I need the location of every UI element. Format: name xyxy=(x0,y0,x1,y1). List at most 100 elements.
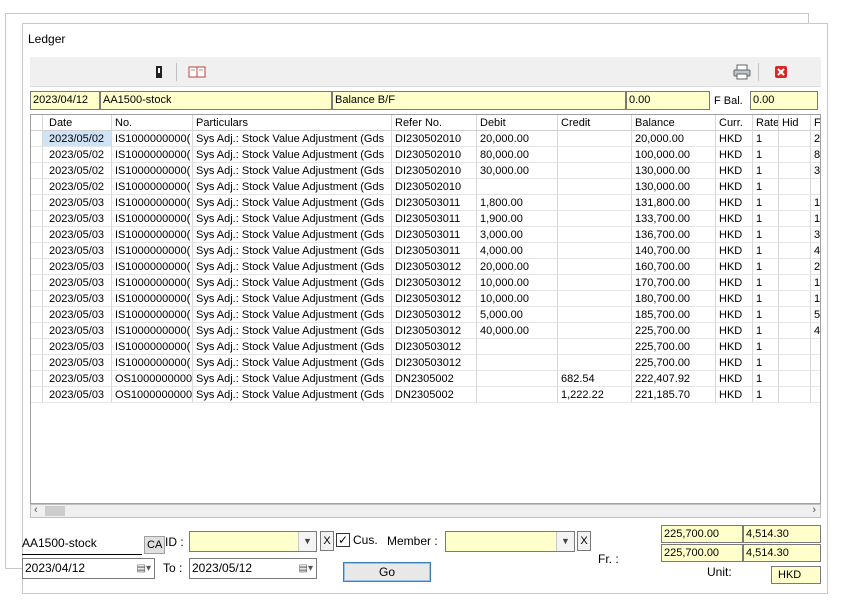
cell-rate[interactable]: 1 xyxy=(753,371,779,387)
row-indicator[interactable] xyxy=(31,339,43,355)
col-refer-no[interactable]: Refer No. xyxy=(392,115,477,131)
row-indicator[interactable] xyxy=(31,387,43,403)
table-row[interactable]: 2023/05/02 IS1000000000(Sys Adj.: Stock V… xyxy=(31,163,820,179)
cell-part[interactable]: Sys Adj.: Stock Value Adjustment (Gds xyxy=(193,179,392,195)
cell-curr[interactable]: HKD xyxy=(716,387,753,403)
cell-no[interactable]: IS1000000000( xyxy=(112,227,193,243)
cell-hid[interactable] xyxy=(779,307,811,323)
cell-date[interactable]: 2023/05/02 xyxy=(43,163,112,179)
close-icon[interactable] xyxy=(770,61,792,83)
cell-hid[interactable] xyxy=(779,243,811,259)
cell-curr[interactable]: HKD xyxy=(716,179,753,195)
cell-date[interactable]: 2023/05/03 xyxy=(43,371,112,387)
cell-hid[interactable] xyxy=(779,227,811,243)
cell-credit[interactable] xyxy=(558,275,632,291)
cell-credit[interactable] xyxy=(558,227,632,243)
table-row[interactable]: 2023/05/03 IS1000000000(Sys Adj.: Stock V… xyxy=(31,243,820,259)
row-indicator[interactable] xyxy=(31,275,43,291)
cell-bal[interactable]: 136,700.00 xyxy=(632,227,716,243)
cell-debit[interactable] xyxy=(477,355,558,371)
cell-bal[interactable]: 222,407.92 xyxy=(632,371,716,387)
cell-f[interactable] xyxy=(811,387,820,403)
cell-bal[interactable]: 225,700.00 xyxy=(632,339,716,355)
go-button[interactable]: Go xyxy=(343,562,431,582)
calendar-icon[interactable]: ▤▾ xyxy=(137,559,151,578)
cell-ref[interactable]: DI230503011 xyxy=(392,195,477,211)
row-indicator[interactable] xyxy=(31,227,43,243)
cell-part[interactable]: Sys Adj.: Stock Value Adjustment (Gds xyxy=(193,339,392,355)
cell-curr[interactable]: HKD xyxy=(716,131,753,147)
cell-no[interactable]: IS1000000000( xyxy=(112,131,193,147)
cell-debit[interactable]: 40,000.00 xyxy=(477,323,558,339)
cell-date[interactable]: 2023/05/03 xyxy=(43,323,112,339)
cell-debit[interactable]: 4,000.00 xyxy=(477,243,558,259)
cell-date[interactable]: 2023/05/03 xyxy=(43,275,112,291)
row-indicator[interactable] xyxy=(31,131,43,147)
cell-f[interactable]: 3 xyxy=(811,227,820,243)
cell-bal[interactable]: 131,800.00 xyxy=(632,195,716,211)
ca-button[interactable]: CA xyxy=(144,536,166,554)
cell-no[interactable]: OS1000000000( xyxy=(112,371,193,387)
table-row[interactable]: 2023/05/02 IS1000000000(Sys Adj.: Stock V… xyxy=(31,131,820,147)
cell-hid[interactable] xyxy=(779,387,811,403)
table-row[interactable]: 2023/05/03 OS1000000000(Sys Adj.: Stock V… xyxy=(31,371,820,387)
cell-part[interactable]: Sys Adj.: Stock Value Adjustment (Gds xyxy=(193,243,392,259)
row-indicator[interactable] xyxy=(31,259,43,275)
cell-rate[interactable]: 1 xyxy=(753,195,779,211)
cell-credit[interactable]: 682.54 xyxy=(558,371,632,387)
cell-debit[interactable]: 10,000.00 xyxy=(477,291,558,307)
cell-hid[interactable] xyxy=(779,323,811,339)
cell-part[interactable]: Sys Adj.: Stock Value Adjustment (Gds xyxy=(193,163,392,179)
table-row[interactable]: 2023/05/02 IS1000000000(Sys Adj.: Stock V… xyxy=(31,179,820,195)
cell-rate[interactable]: 1 xyxy=(753,131,779,147)
calendar-icon[interactable]: ▤▾ xyxy=(299,559,313,578)
id-clear-button[interactable]: X xyxy=(320,531,334,551)
cell-ref[interactable]: DI230503011 xyxy=(392,243,477,259)
cell-ref[interactable]: DI230503012 xyxy=(392,323,477,339)
cell-hid[interactable] xyxy=(779,147,811,163)
table-row[interactable]: 2023/05/03 IS1000000000(Sys Adj.: Stock V… xyxy=(31,259,820,275)
table-row[interactable]: 2023/05/03 IS1000000000(Sys Adj.: Stock V… xyxy=(31,355,820,371)
cell-credit[interactable] xyxy=(558,323,632,339)
cell-f[interactable]: 1 xyxy=(811,195,820,211)
cell-credit[interactable] xyxy=(558,211,632,227)
cell-part[interactable]: Sys Adj.: Stock Value Adjustment (Gds xyxy=(193,211,392,227)
table-row[interactable]: 2023/05/03 IS1000000000(Sys Adj.: Stock V… xyxy=(31,275,820,291)
scroll-thumb[interactable] xyxy=(45,506,65,516)
cell-debit[interactable]: 5,000.00 xyxy=(477,307,558,323)
horizontal-scrollbar[interactable]: ‹ › xyxy=(30,504,821,518)
table-row[interactable]: 2023/05/03 IS1000000000(Sys Adj.: Stock V… xyxy=(31,291,820,307)
cell-f[interactable] xyxy=(811,339,820,355)
table-row[interactable]: 2023/05/03 IS1000000000(Sys Adj.: Stock V… xyxy=(31,195,820,211)
cell-hid[interactable] xyxy=(779,179,811,195)
cell-bal[interactable]: 180,700.00 xyxy=(632,291,716,307)
cell-ref[interactable]: DN2305002 xyxy=(392,387,477,403)
cell-part[interactable]: Sys Adj.: Stock Value Adjustment (Gds xyxy=(193,227,392,243)
row-indicator[interactable] xyxy=(31,307,43,323)
cell-bal[interactable]: 170,700.00 xyxy=(632,275,716,291)
cell-hid[interactable] xyxy=(779,355,811,371)
cell-no[interactable]: IS1000000000( xyxy=(112,211,193,227)
cell-curr[interactable]: HKD xyxy=(716,355,753,371)
cell-ref[interactable]: DI230503011 xyxy=(392,211,477,227)
row-indicator[interactable] xyxy=(31,211,43,227)
cell-credit[interactable] xyxy=(558,243,632,259)
cell-part[interactable]: Sys Adj.: Stock Value Adjustment (Gds xyxy=(193,195,392,211)
cell-part[interactable]: Sys Adj.: Stock Value Adjustment (Gds xyxy=(193,387,392,403)
cell-bal[interactable]: 225,700.00 xyxy=(632,355,716,371)
cell-curr[interactable]: HKD xyxy=(716,227,753,243)
table-row[interactable]: 2023/05/03 IS1000000000(Sys Adj.: Stock V… xyxy=(31,339,820,355)
cell-rate[interactable]: 1 xyxy=(753,339,779,355)
cell-debit[interactable]: 80,000.00 xyxy=(477,147,558,163)
cell-f[interactable]: 2 xyxy=(811,259,820,275)
cell-f[interactable]: 5 xyxy=(811,307,820,323)
cell-credit[interactable] xyxy=(558,195,632,211)
cell-curr[interactable]: HKD xyxy=(716,275,753,291)
cell-no[interactable]: OS1000000000( xyxy=(112,387,193,403)
col-f[interactable]: F xyxy=(811,115,820,131)
col-credit[interactable]: Credit xyxy=(558,115,632,131)
cell-rate[interactable]: 1 xyxy=(753,307,779,323)
cell-hid[interactable] xyxy=(779,163,811,179)
table-row[interactable]: 2023/05/03 IS1000000000(Sys Adj.: Stock V… xyxy=(31,227,820,243)
cell-credit[interactable] xyxy=(558,131,632,147)
